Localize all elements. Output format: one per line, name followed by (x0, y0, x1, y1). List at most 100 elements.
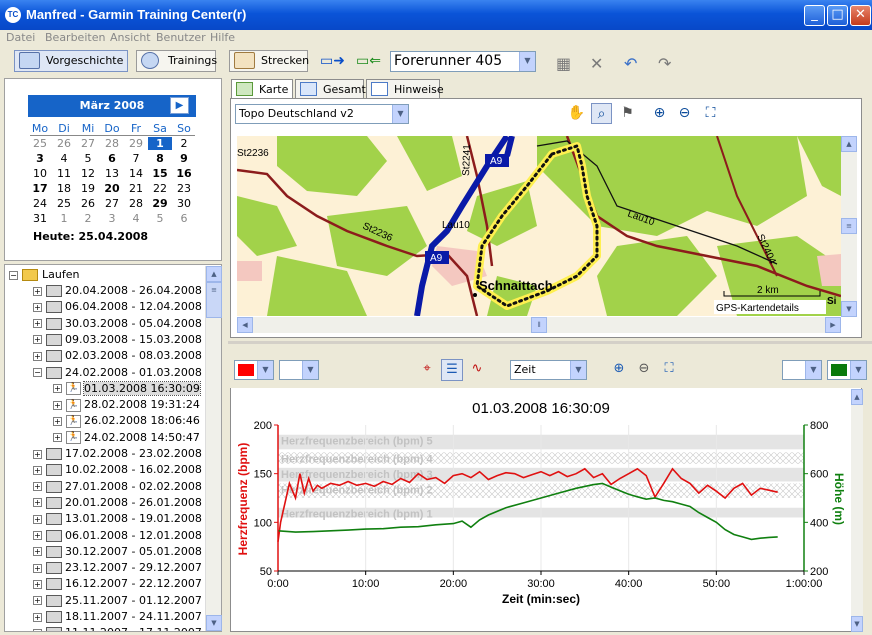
minimize-button[interactable]: _ (804, 5, 825, 26)
activity-item[interactable]: + 🏃 28.02.2008 19:31:24 (53, 397, 200, 413)
calendar-day[interactable]: 28 (124, 197, 148, 210)
expand-icon[interactable]: + (33, 351, 42, 361)
menu-ansicht[interactable]: Ansicht (110, 31, 151, 44)
expand-icon[interactable]: + (33, 596, 42, 606)
receive-from-device-icon[interactable]: ▭⇐ (356, 53, 386, 71)
scroll-thumb[interactable]: ⦀ (531, 317, 547, 333)
expand-icon[interactable]: + (33, 482, 42, 492)
tree-scrollbar[interactable]: ▲ ≡ ▼ (205, 266, 222, 631)
week-item[interactable]: +23.12.2007 - 29.12.2007 (33, 560, 202, 576)
tab-hinweise[interactable]: Hinweise (366, 79, 444, 99)
tab-vorgeschichte[interactable]: Vorgeschichte (14, 50, 128, 72)
calendar-day[interactable]: 9 (172, 152, 196, 165)
expand-icon[interactable]: + (33, 612, 42, 622)
week-item[interactable]: +20.04.2008 - 26.04.2008 (33, 283, 202, 299)
menu-benutzer[interactable]: Benutzer (156, 31, 206, 44)
tab-strecken[interactable]: Strecken (229, 50, 309, 72)
calendar-day[interactable]: 14 (124, 167, 148, 180)
week-item[interactable]: − 24.02.2008 - 01.03.2008 (33, 365, 202, 381)
collapse-icon[interactable]: − (33, 368, 42, 377)
calendar-day[interactable]: 23 (172, 182, 196, 195)
calendar-day[interactable]: 29 (124, 137, 148, 150)
scroll-up-icon[interactable]: ▲ (851, 389, 863, 405)
flag-icon[interactable]: ⚑ (617, 103, 638, 124)
expand-icon[interactable]: + (33, 563, 42, 573)
calendar-today[interactable]: Heute: 25.04.2008 (33, 230, 148, 243)
close-button[interactable]: ✕ (850, 5, 871, 26)
calendar-day[interactable]: 21 (124, 182, 148, 195)
zoom-fit-icon[interactable]: ⛶ (700, 103, 721, 124)
week-item[interactable]: +30.12.2007 - 05.01.2008 (33, 544, 202, 560)
week-item[interactable]: +02.03.2008 - 08.03.2008 (33, 348, 202, 364)
expand-icon[interactable]: + (33, 531, 42, 540)
calendar-day[interactable]: 11 (52, 167, 76, 180)
map-canvas[interactable]: A9 A9 St2236 St2236 St2241 Lau10 Lau10 S… (237, 136, 841, 316)
send-to-device-icon[interactable]: ▭➜ (320, 53, 350, 71)
calendar-day[interactable]: 25 (52, 197, 76, 210)
scroll-up-icon[interactable]: ▲ (841, 136, 857, 152)
tab-trainings[interactable]: Trainings (136, 50, 217, 72)
menu-hilfe[interactable]: Hilfe (210, 31, 235, 44)
expand-icon[interactable]: + (33, 498, 42, 508)
device-select[interactable]: Forerunner 405 ▼ (390, 51, 536, 72)
scroll-down-icon[interactable]: ▼ (206, 615, 222, 631)
week-item[interactable]: +06.01.2008 - 12.01.2008 (33, 528, 202, 544)
calendar-day[interactable]: 1 (148, 137, 172, 150)
week-item[interactable]: +11.11.2007 - 17.11.2007 (33, 625, 202, 631)
calendar-day[interactable]: 6 (100, 152, 124, 165)
expand-icon[interactable]: + (33, 319, 42, 329)
calendar-day[interactable]: 1 (52, 212, 76, 225)
x-axis-select[interactable]: Zeit ▼ (510, 360, 587, 380)
calendar-day[interactable]: 25 (28, 137, 52, 150)
zones-icon[interactable]: ☰ (441, 359, 463, 381)
scroll-right-icon[interactable]: ▶ (825, 317, 841, 333)
scroll-down-icon[interactable]: ▼ (851, 616, 863, 632)
expand-icon[interactable]: + (33, 547, 42, 557)
tab-gesamt[interactable]: Gesamt (295, 79, 366, 99)
right-series-extra-select[interactable]: ▼ (782, 360, 822, 380)
calendar-day[interactable]: 5 (148, 212, 172, 225)
zoom-out-icon[interactable]: ⊖ (674, 103, 695, 124)
calendar-day[interactable]: 13 (100, 167, 124, 180)
calendar-day[interactable]: 24 (28, 197, 52, 210)
calendar-day[interactable]: 10 (28, 167, 52, 180)
magnifier-icon[interactable]: ⌕ (591, 103, 612, 124)
maximize-button[interactable]: □ (827, 5, 848, 26)
expand-icon[interactable]: + (53, 433, 62, 443)
calendar-day[interactable]: 3 (100, 212, 124, 225)
calendar-day[interactable]: 27 (100, 197, 124, 210)
crosshair-icon[interactable]: ⌖ (416, 359, 438, 381)
splitter[interactable] (228, 341, 872, 344)
calendar-day[interactable]: 15 (148, 167, 172, 180)
zoom-fit-icon[interactable]: ⛶ (658, 359, 680, 381)
calendar-day[interactable]: 22 (148, 182, 172, 195)
expand-icon[interactable]: + (53, 400, 62, 410)
expand-icon[interactable]: + (33, 286, 42, 296)
activity-item[interactable]: + 🏃 26.02.2008 18:06:46 (53, 413, 200, 429)
calendar-day[interactable]: 18 (52, 182, 76, 195)
map-layer-select[interactable]: Topo Deutschland v2 ▼ (235, 104, 409, 124)
expand-icon[interactable]: + (33, 628, 42, 631)
chart-vertical-scrollbar[interactable]: ▲ ▼ (851, 389, 863, 632)
expand-icon[interactable]: + (33, 579, 42, 589)
redo-icon[interactable]: ↷ (658, 54, 671, 73)
week-item[interactable]: +16.12.2007 - 22.12.2007 (33, 576, 202, 592)
week-item[interactable]: +10.02.2008 - 16.02.2008 (33, 462, 202, 478)
expand-icon[interactable]: + (53, 416, 62, 426)
right-series-color-select[interactable]: ▼ (827, 360, 867, 380)
tree-root[interactable]: − Laufen (9, 267, 79, 283)
calendar-day[interactable]: 16 (172, 167, 196, 180)
calendar-day[interactable]: 3 (28, 152, 52, 165)
calendar-day[interactable]: 26 (52, 137, 76, 150)
zoom-out-icon[interactable]: ⊖ (633, 359, 655, 381)
collapse-icon[interactable]: − (9, 270, 18, 280)
calendar-day[interactable]: 28 (100, 137, 124, 150)
expand-icon[interactable]: + (33, 465, 42, 475)
week-item[interactable]: +30.03.2008 - 05.04.2008 (33, 316, 202, 332)
tab-karte[interactable]: Karte (231, 79, 293, 99)
delete-icon[interactable]: ✕ (590, 54, 603, 73)
calendar-day[interactable]: 19 (76, 182, 100, 195)
left-series-color-select[interactable]: ▼ (234, 360, 274, 380)
calendar-day[interactable]: 27 (76, 137, 100, 150)
calendar-day[interactable]: 12 (76, 167, 100, 180)
